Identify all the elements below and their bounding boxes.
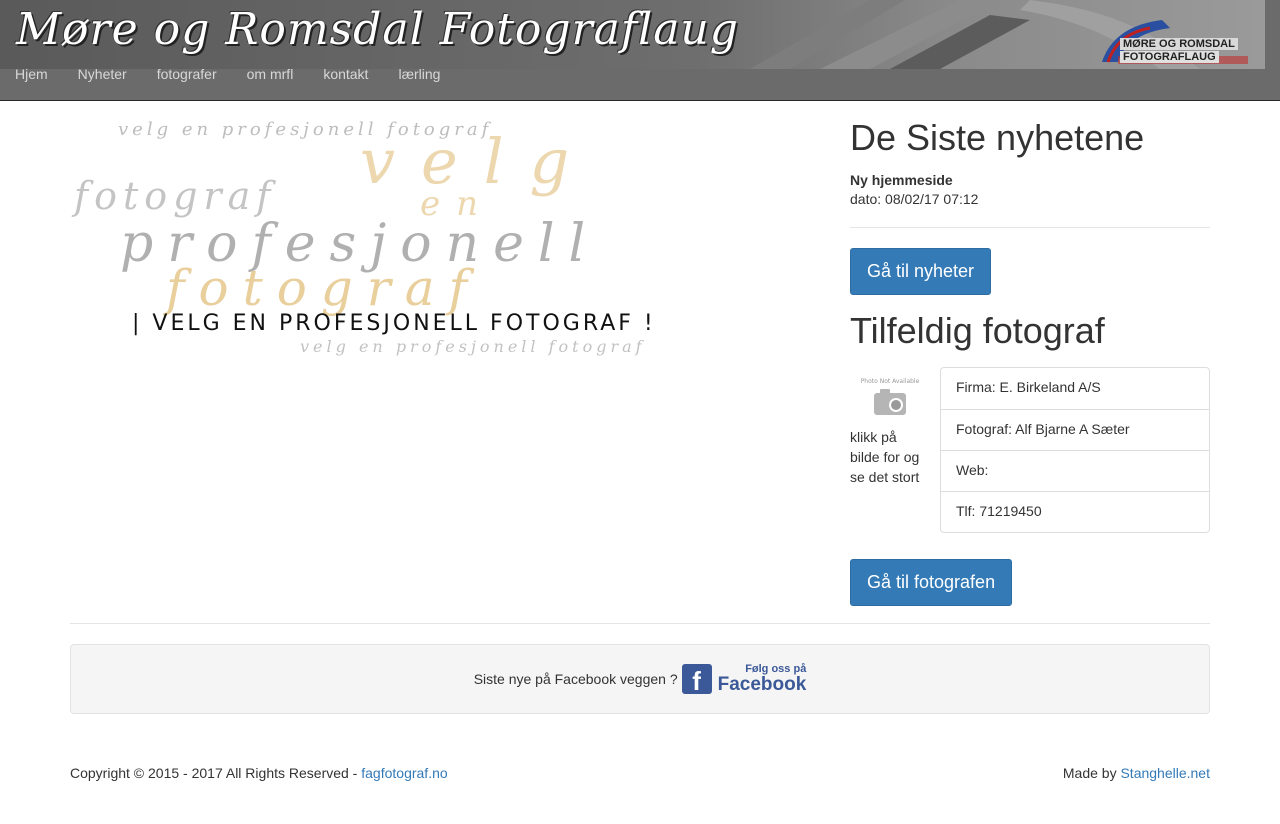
news-heading: De Siste nyhetene — [850, 117, 1145, 158]
hero-word-fotograf-gold: fotograf — [162, 259, 481, 317]
site-logo[interactable]: MØRE OG ROMSDAL FOTOGRAFLAUG — [1100, 18, 1250, 66]
content-divider — [70, 623, 1210, 624]
go-to-photographer-button[interactable]: Gå til fotografen — [850, 559, 1013, 606]
hero-word-fotograf-left: fotograf — [71, 174, 276, 218]
photographer-details: Firma: E. Birkeland A/S Fotograf: Alf Bj… — [940, 367, 1210, 533]
site-title[interactable]: Møre og Romsdal Fotograflaug — [16, 4, 739, 55]
news-item-title[interactable]: Ny hjemmeside — [850, 172, 1210, 188]
logo-text-line1: MØRE OG ROMSDAL — [1120, 38, 1238, 50]
sidebar-right: De Siste nyhetene Ny hjemmeside dato: 08… — [850, 116, 1210, 606]
photographer-card: Photo Not Available klikk på bilde for o… — [850, 367, 1210, 553]
news-divider — [850, 227, 1210, 228]
hero-graphic: velg en profesjonell fotograf velg en fo… — [71, 119, 656, 356]
thumb-caption: klikk på bilde for og se det stort — [850, 429, 920, 485]
thumb-text: Photo Not Available — [861, 378, 920, 385]
facebook-text: Siste nye på Facebook veggen ? — [473, 671, 678, 687]
photographer-heading: Tilfeldig fotograf — [850, 310, 1105, 351]
nav-item-laerling[interactable]: lærling — [398, 66, 440, 82]
nav-item-kontakt[interactable]: kontakt — [323, 66, 368, 82]
stanghelle-link[interactable]: Stanghelle.net — [1120, 765, 1210, 781]
facebook-badge-big: Facebook — [717, 674, 807, 695]
go-to-news-button[interactable]: Gå til nyheter — [850, 248, 992, 295]
copyright: Copyright © 2015 - 2017 All Rights Reser… — [70, 765, 448, 781]
facebook-icon: f — [681, 664, 712, 694]
detail-tlf: Tlf: 71219450 — [941, 491, 1209, 532]
nav-item-om-mrfl[interactable]: om mrfl — [247, 66, 294, 82]
fagfotograf-link[interactable]: fagfotograf.no — [361, 765, 447, 781]
made-by-text: Made by — [1062, 765, 1121, 781]
facebook-well: Siste nye på Facebook veggen ? f Følg os… — [70, 644, 1210, 714]
hero-banner-caps: | VELG EN PROFESJONELL FOTOGRAF ! — [132, 311, 656, 336]
facebook-follow-button[interactable]: f Følg oss på Facebook — [681, 663, 807, 695]
nav-item-hjem[interactable]: Hjem — [15, 66, 48, 82]
main-nav: Hjem Nyheter fotografer om mrfl kontakt … — [15, 66, 470, 82]
made-by: Made by Stanghelle.net — [1063, 765, 1210, 781]
nav-item-nyheter[interactable]: Nyheter — [78, 66, 127, 82]
logo-text-line2: FOTOGRAFLAUG — [1120, 51, 1219, 63]
nav-item-fotografer[interactable]: fotografer — [157, 66, 217, 82]
copyright-text: Copyright © 2015 - 2017 All Rights Reser… — [70, 765, 362, 781]
detail-firma: Firma: E. Birkeland A/S — [956, 379, 1101, 395]
hero-banner: velg en profesjonell fotograf velg en fo… — [70, 103, 710, 363]
news-item-date: dato: 08/02/17 07:12 — [850, 191, 979, 207]
photo-not-available-icon[interactable]: Photo Not Available — [860, 375, 920, 421]
hero-line-bottom: velg en profesjonell fotograf — [300, 337, 646, 356]
site-header: Møre og Romsdal Fotograflaug MØRE OG ROM… — [0, 0, 1280, 101]
header-banner: Møre og Romsdal Fotograflaug MØRE OG ROM… — [0, 0, 1265, 69]
detail-web: Web: — [941, 450, 1209, 491]
detail-fotograf: Fotograf: Alf Bjarne A Sæter — [941, 409, 1209, 450]
